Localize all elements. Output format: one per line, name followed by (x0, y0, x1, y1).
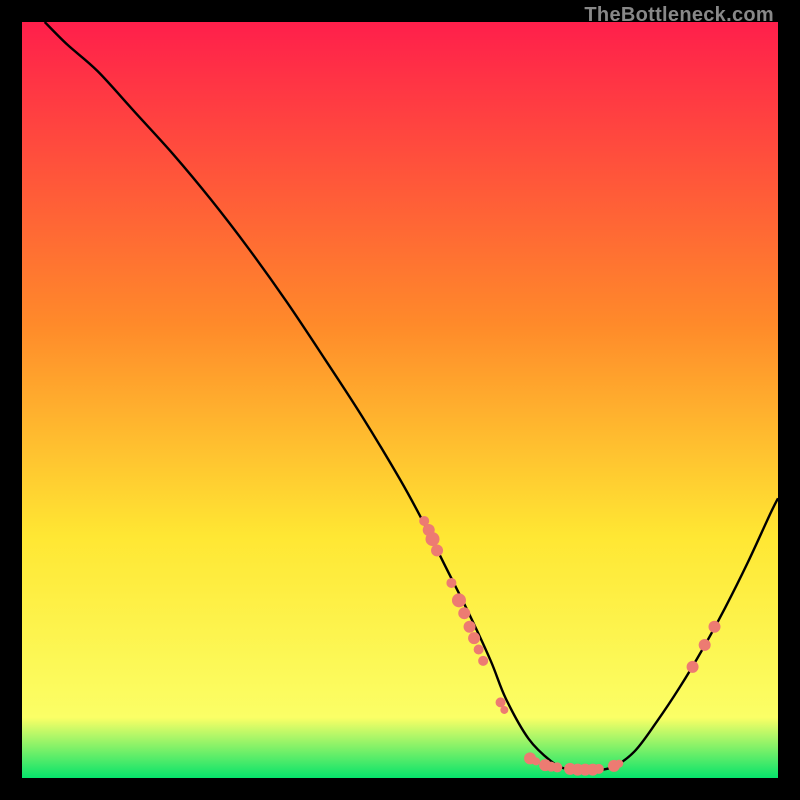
gpu-marker (496, 697, 506, 707)
gpu-marker (615, 760, 623, 768)
gpu-marker (426, 532, 440, 546)
gpu-marker (458, 607, 470, 619)
gpu-marker (446, 578, 456, 588)
gpu-marker (552, 762, 562, 772)
gpu-marker (709, 621, 721, 633)
gradient-background (22, 22, 778, 778)
bottleneck-chart (22, 22, 778, 778)
watermark-text: TheBottleneck.com (584, 4, 774, 27)
gpu-marker (452, 593, 466, 607)
gpu-marker (478, 656, 488, 666)
chart-frame (22, 22, 778, 778)
gpu-marker (594, 764, 604, 774)
gpu-marker (431, 544, 443, 556)
gpu-marker (500, 706, 508, 714)
gpu-marker (468, 632, 480, 644)
gpu-marker (699, 639, 711, 651)
gpu-marker (464, 621, 476, 633)
gpu-marker (687, 661, 699, 673)
gpu-marker (474, 644, 484, 654)
gpu-marker (532, 757, 540, 765)
